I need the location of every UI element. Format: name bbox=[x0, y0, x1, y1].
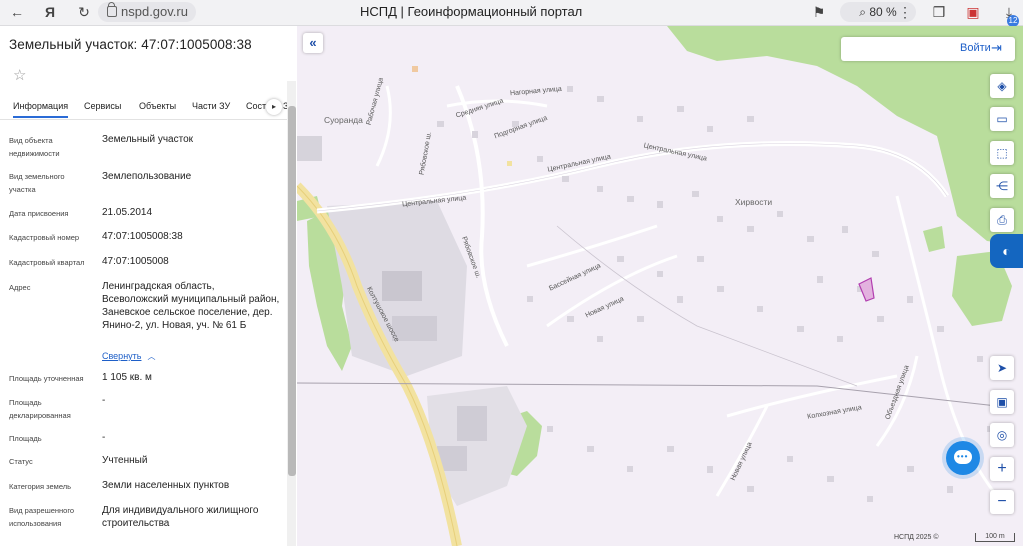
field-value-assign-date: 21.05.2014 bbox=[102, 207, 153, 218]
field-label-object-type: Вид объекта недвижимости bbox=[9, 136, 60, 158]
field-label-area-declared: Площадь декларированная bbox=[9, 398, 71, 420]
minimap-button[interactable]: ▣ bbox=[990, 390, 1014, 414]
locate-button[interactable]: ➤ bbox=[990, 356, 1014, 380]
select-area-icon: ⬚ bbox=[996, 146, 1008, 160]
tab-composition[interactable]: Сост bbox=[246, 101, 266, 111]
field-value-land-category: Земли населенных пунктов bbox=[102, 480, 230, 491]
field-value-object-type: Земельный участок bbox=[102, 134, 194, 145]
geolocation-icon: ◎ bbox=[996, 428, 1008, 442]
panel-tabs: Информация Сервисы Объекты Части ЗУ Сост… bbox=[0, 97, 288, 120]
field-label-area: Площадь bbox=[9, 434, 42, 443]
address-bar[interactable]: nspd.gov.ru bbox=[98, 2, 196, 22]
object-info-panel: Земельный участок: 47:07:1005008:38 ☆ Ин… bbox=[0, 26, 298, 546]
layers-icon: ◈ bbox=[997, 79, 1007, 93]
favorite-star-icon[interactable]: ☆ bbox=[13, 66, 26, 84]
field-label-land-category: Категория земель bbox=[9, 482, 72, 491]
field-label-permitted-use: Вид разрешенного использования bbox=[9, 506, 75, 528]
field-label-address: Адрес bbox=[9, 283, 31, 292]
zoom-in-button[interactable]: + bbox=[990, 457, 1014, 481]
layers-button[interactable]: ◈ bbox=[990, 74, 1014, 98]
page-title: НСПД | Геоинформационный портал bbox=[360, 4, 583, 19]
ruler-button[interactable]: ▭ bbox=[990, 107, 1014, 131]
field-label-status: Статус bbox=[9, 457, 33, 466]
field-value-land-type: Землепользование bbox=[102, 171, 192, 182]
map-label-khirvosti: Хирвости bbox=[735, 197, 773, 207]
yandex-icon[interactable]: Я bbox=[41, 3, 59, 21]
login-button[interactable]: Войти ⇥ bbox=[841, 37, 1015, 61]
bookmark-icon[interactable]: ⚑ bbox=[810, 3, 828, 21]
map-copyright: НСПД 2025 © bbox=[894, 534, 939, 541]
collections-icon[interactable]: ❒ bbox=[930, 3, 948, 21]
login-icon: ⇥ bbox=[991, 40, 1002, 55]
field-value-permitted-use: Для индивидуального жилищного строительс… bbox=[102, 505, 259, 529]
field-value-area-declared: - bbox=[102, 395, 106, 406]
field-value-address: Ленинградская область, Всеволожский муни… bbox=[102, 281, 280, 331]
login-label: Войти bbox=[960, 42, 991, 54]
zoom-out-icon: − bbox=[997, 493, 1007, 510]
select-area-button[interactable]: ⬚ bbox=[990, 141, 1014, 165]
search-zoom-icon: ⌕ bbox=[859, 5, 867, 19]
map-canvas[interactable]: Суоранда Хирвости Центральная улица Цент… bbox=[297, 26, 1023, 546]
field-label-area-refined: Площадь уточненная bbox=[9, 374, 84, 383]
chat-button[interactable]: ••• bbox=[946, 441, 980, 475]
share-button[interactable]: ⋲ bbox=[990, 174, 1014, 198]
url-text: nspd.gov.ru bbox=[121, 4, 188, 19]
chat-dots: ••• bbox=[957, 452, 969, 461]
lock-icon bbox=[107, 2, 117, 17]
field-value-status: Учтенный bbox=[102, 455, 148, 466]
collapse-label: Свернуть bbox=[102, 351, 142, 361]
extension-icon[interactable]: ▣ bbox=[964, 3, 982, 21]
panel-scrollbar-thumb[interactable] bbox=[288, 106, 296, 476]
map-graphics bbox=[297, 26, 1023, 546]
egrn-icon: ◐ bbox=[1002, 243, 1011, 259]
field-label-assign-date: Дата присвоения bbox=[9, 209, 69, 218]
object-title: Земельный участок: 47:07:1005008:38 bbox=[9, 37, 252, 52]
download-icon[interactable]: ⤓ 12 bbox=[996, 3, 1022, 27]
tabs-scroll-right-icon[interactable]: ▸ bbox=[266, 99, 282, 115]
zoom-out-button[interactable]: − bbox=[990, 490, 1014, 514]
egrn-button[interactable]: ◐ bbox=[990, 234, 1023, 268]
more-icon[interactable]: ⋮ bbox=[896, 3, 914, 21]
print-icon: ⎙ bbox=[997, 213, 1007, 227]
field-label-cadastral-number: Кадастровый номер bbox=[9, 233, 80, 242]
locate-icon: ➤ bbox=[996, 361, 1008, 375]
field-value-area-refined: 1 105 кв. м bbox=[102, 372, 152, 383]
back-arrow-icon[interactable]: ← bbox=[8, 3, 26, 21]
collapse-panel-button[interactable]: « bbox=[303, 33, 323, 53]
field-value-cadastral-quarter[interactable]: 47:07:1005008 bbox=[102, 255, 282, 268]
zoom-value: 80 % bbox=[869, 5, 897, 19]
share-icon: ⋲ bbox=[996, 179, 1008, 193]
collapse-address-link[interactable]: Свернуть ︿ bbox=[102, 351, 155, 362]
tab-parts[interactable]: Части ЗУ bbox=[192, 101, 230, 111]
chevron-up-icon: ︿ bbox=[147, 352, 156, 361]
zoom-in-icon: + bbox=[997, 460, 1007, 477]
geolocation-button[interactable]: ◎ bbox=[990, 423, 1014, 447]
field-value-cadastral-number[interactable]: 47:07:1005008:38 bbox=[102, 230, 282, 243]
print-button[interactable]: ⎙ bbox=[990, 208, 1014, 232]
map-scale: 100 m bbox=[975, 533, 1015, 542]
tab-services[interactable]: Сервисы bbox=[84, 101, 121, 111]
field-label-cadastral-quarter: Кадастровый квартал bbox=[9, 258, 85, 267]
field-label-land-type: Вид земельного участка bbox=[9, 172, 65, 194]
refresh-icon[interactable]: ↻ bbox=[75, 3, 93, 21]
map-label-suoranda: Суоранда bbox=[324, 115, 363, 125]
field-value-area: - bbox=[102, 432, 106, 443]
tab-objects[interactable]: Объекты bbox=[139, 101, 176, 111]
tab-information[interactable]: Информация bbox=[13, 101, 69, 118]
ruler-icon: ▭ bbox=[996, 112, 1008, 126]
browser-toolbar: ← Я ↻ nspd.gov.ru НСПД | Геоинформационн… bbox=[0, 0, 1023, 27]
minimap-icon: ▣ bbox=[996, 395, 1008, 409]
